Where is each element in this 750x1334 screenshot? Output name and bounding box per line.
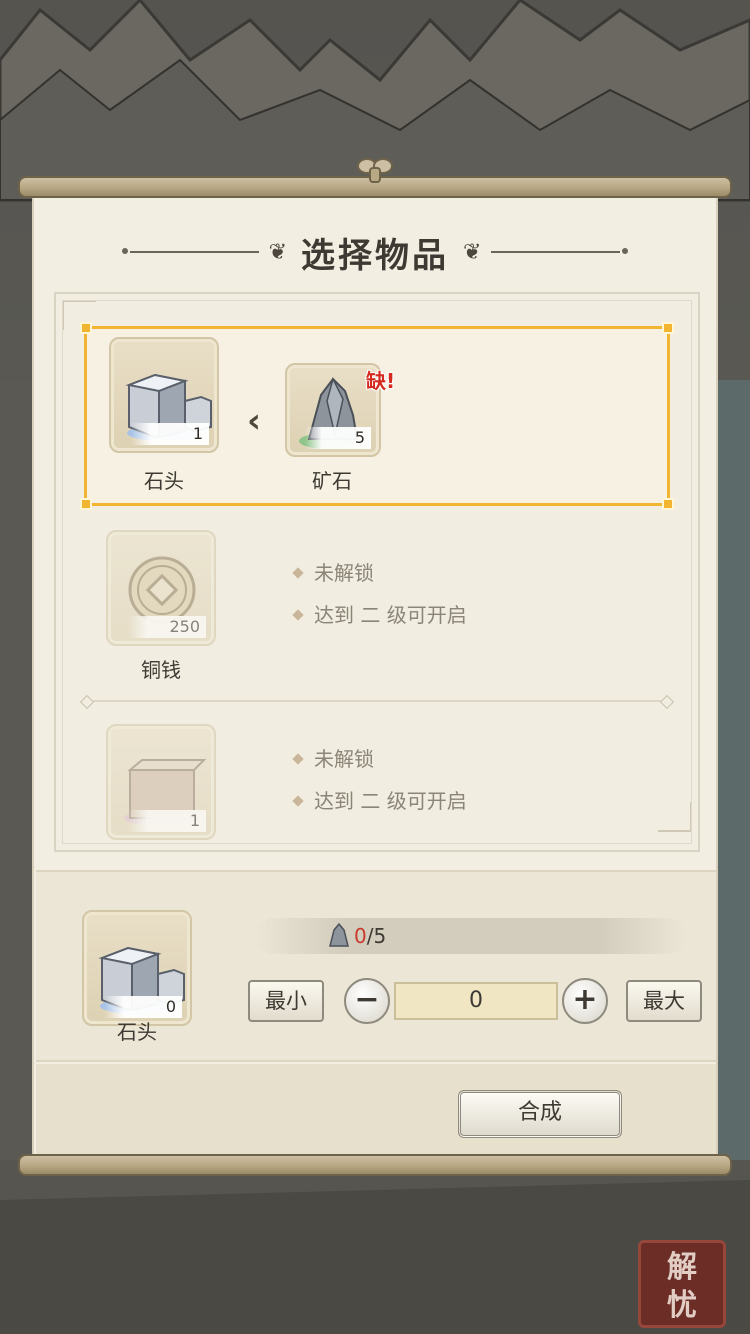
requirement-bar xyxy=(256,918,686,954)
increase-button[interactable]: + xyxy=(562,978,608,1024)
lack-badge: 缺! xyxy=(366,369,396,393)
decrease-button[interactable]: − xyxy=(344,978,390,1024)
scroll-rod-bottom xyxy=(18,1154,732,1176)
unlock-condition-text: 达到 二 级可开启 xyxy=(292,780,467,822)
output-item-slot: 1 xyxy=(106,724,216,840)
ingredient-item-label: 矿石 xyxy=(312,469,352,493)
swirl-ornament-icon: ❦ xyxy=(463,239,482,265)
selection-corner xyxy=(662,322,674,334)
dialog-title-row: ❦ 选择物品 ❦ xyxy=(120,226,630,278)
list-divider xyxy=(88,700,666,702)
craft-button[interactable]: 合成 xyxy=(458,1090,622,1138)
selection-corner xyxy=(662,498,674,510)
item-count: 1 xyxy=(131,423,209,445)
quantity-field[interactable]: 0 xyxy=(394,982,558,1020)
unlock-condition-text: 达到 二 级可开启 xyxy=(292,594,467,636)
recipe-row-locked[interactable]: 1 未解锁 达到 二 级可开启 xyxy=(84,718,670,850)
recipe-row-locked[interactable]: 250 铜钱 未解锁 达到 二 级可开启 xyxy=(84,526,670,706)
requirement-need: /5 xyxy=(366,924,387,948)
lock-status-text: 未解锁 xyxy=(292,738,467,780)
output-item-slot: 250 xyxy=(106,530,216,646)
item-count: 250 xyxy=(128,616,206,638)
requirement-text: 0/5 xyxy=(354,924,386,948)
max-button[interactable]: 最大 xyxy=(626,980,702,1022)
selection-corner xyxy=(80,322,92,334)
output-item-slot[interactable]: 1 xyxy=(109,337,219,453)
min-button[interactable]: 最小 xyxy=(248,980,324,1022)
item-count: 0 xyxy=(104,996,182,1018)
corner-seal-button[interactable]: 解 忧 xyxy=(638,1240,726,1328)
item-count: 1 xyxy=(128,810,206,832)
swirl-ornament-icon: ❦ xyxy=(268,239,287,265)
selection-corner xyxy=(80,498,92,510)
seal-char: 忧 xyxy=(667,1288,697,1323)
scroll-knot-icon xyxy=(357,158,393,183)
craft-panel: 0 石头 0/5 最小 − 0 + 最大 xyxy=(36,870,716,1062)
craft-output-slot: 0 xyxy=(82,910,192,1026)
arrow-left-icon: ‹ xyxy=(247,401,262,441)
item-count: 5 xyxy=(305,427,371,449)
output-item-label: 石头 xyxy=(144,469,184,493)
recipe-row-selected[interactable]: 1 石头 ‹ 5 缺! 矿石 xyxy=(80,322,674,510)
title-ornament-line-right xyxy=(491,248,628,254)
lock-info: 未解锁 达到 二 级可开启 xyxy=(292,738,467,822)
ore-icon xyxy=(329,922,349,947)
title-ornament-line-left xyxy=(122,248,259,254)
recipe-list[interactable]: 1 石头 ‹ 5 缺! 矿石 250 铜钱 未解锁 达到 二 级可开启 1 未解… xyxy=(54,292,700,852)
seal-char: 解 xyxy=(667,1250,697,1285)
requirement-have: 0 xyxy=(354,924,367,948)
output-item-label: 铜钱 xyxy=(141,658,181,682)
craft-item-label: 石头 xyxy=(117,1020,157,1044)
dialog-title: 选择物品 xyxy=(301,235,449,276)
lock-info: 未解锁 达到 二 级可开启 xyxy=(292,552,467,636)
lock-status-text: 未解锁 xyxy=(292,552,467,594)
